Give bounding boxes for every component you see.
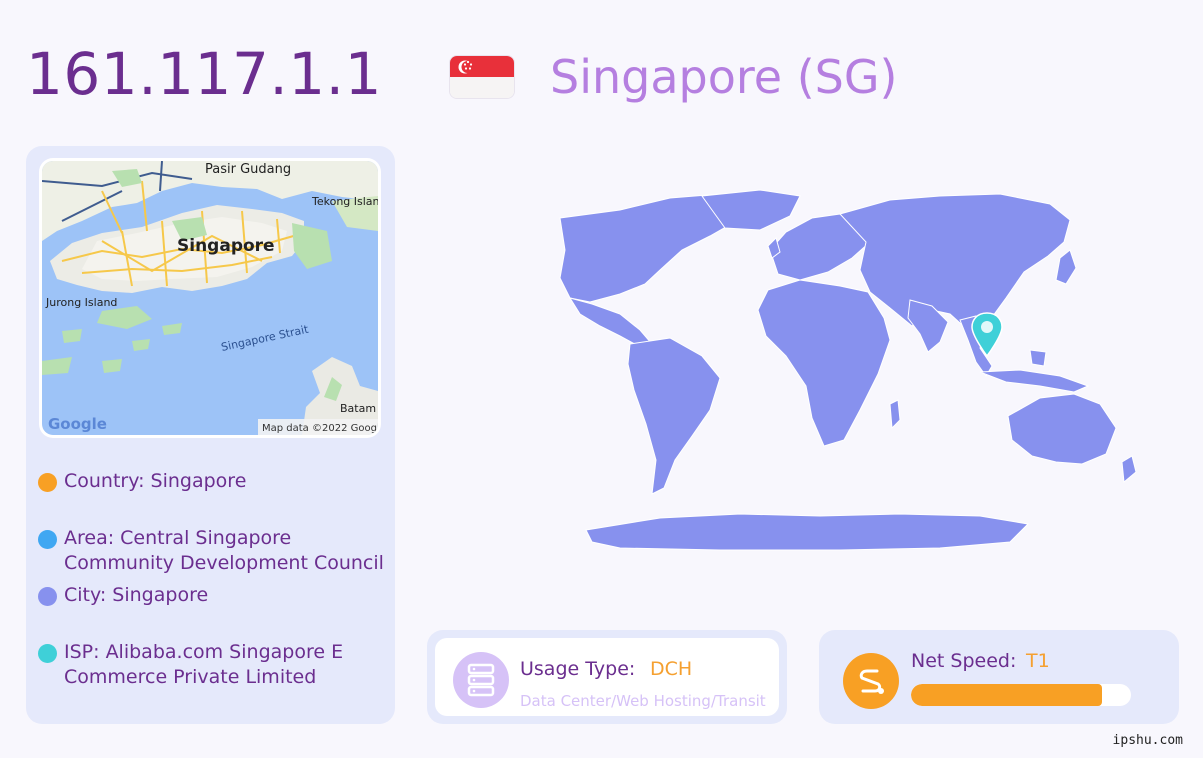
map-label-singapore: Singapore xyxy=(177,236,275,256)
usage-type-label: Usage Type: xyxy=(520,658,636,680)
country-text: Country: Singapore xyxy=(64,470,247,492)
world-map xyxy=(559,189,1137,551)
location-card: Pasir Gudang Tekong Island Singapore Jur… xyxy=(26,146,395,724)
net-speed-bar xyxy=(911,684,1131,706)
isp-dot-icon xyxy=(38,644,57,663)
google-logo: Google xyxy=(48,415,107,433)
net-speed-label: Net Speed: xyxy=(911,650,1017,672)
site-footer[interactable]: ipshu.com xyxy=(1113,733,1183,748)
country-title: Singapore (SG) xyxy=(550,50,898,104)
map-label-jurong: Jurong Island xyxy=(45,296,117,309)
area-text: Area: Central Singapore Community Develo… xyxy=(64,527,384,574)
map-attribution[interactable]: Map data ©2022 Google xyxy=(262,423,378,434)
city-text: City: Singapore xyxy=(64,584,209,606)
area-dot-icon xyxy=(38,530,57,549)
usage-type-description: Data Center/Web Hosting/Transit xyxy=(520,692,766,710)
location-map[interactable]: Pasir Gudang Tekong Island Singapore Jur… xyxy=(39,158,381,438)
map-label-tekong: Tekong Island xyxy=(311,195,378,208)
server-icon xyxy=(453,652,509,708)
ip-address: 161.117.1.1 xyxy=(26,40,383,108)
net-speed-bar-fill xyxy=(911,684,1103,706)
usage-type-card: Usage Type: DCH Data Center/Web Hosting/… xyxy=(427,630,787,724)
net-speed-card: Net Speed: T1 xyxy=(819,630,1179,724)
map-label-pasir-gudang: Pasir Gudang xyxy=(205,162,291,177)
singapore-flag-icon xyxy=(450,56,514,98)
country-dot-icon xyxy=(38,473,57,492)
isp-text: ISP: Alibaba.com Singapore E Commerce Pr… xyxy=(64,641,344,688)
map-label-batam: Batam xyxy=(340,402,376,415)
city-dot-icon xyxy=(38,587,57,606)
net-speed-value: T1 xyxy=(1026,650,1050,672)
usage-type-value: DCH xyxy=(650,658,693,680)
speed-icon xyxy=(843,653,899,709)
